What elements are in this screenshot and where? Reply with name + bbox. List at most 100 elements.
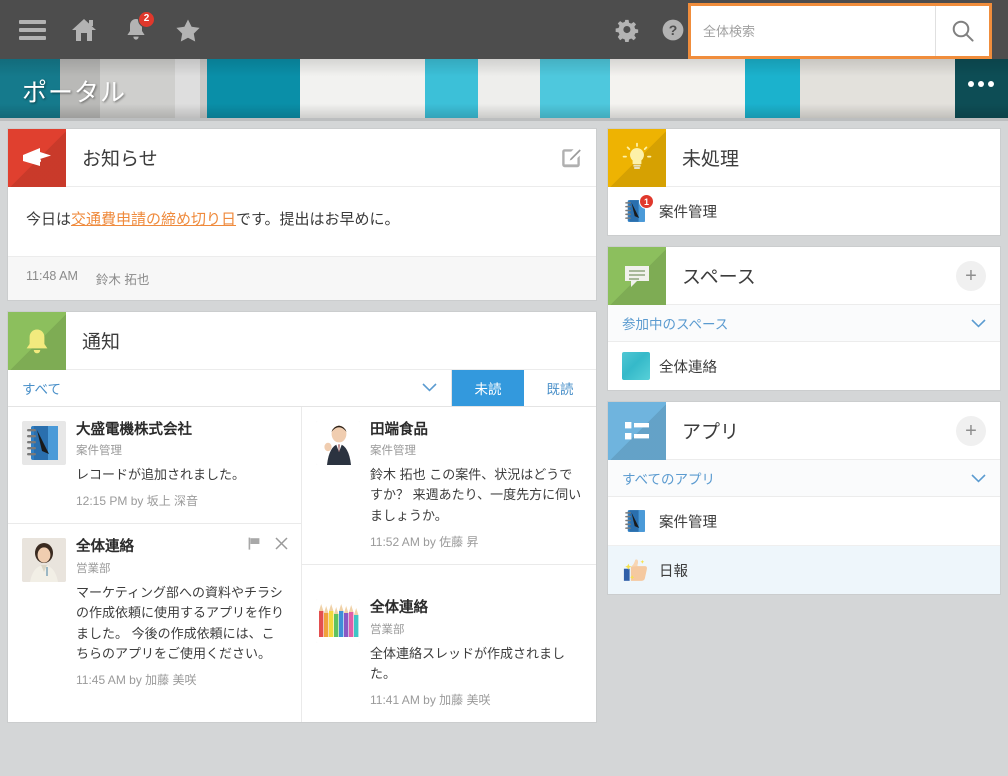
gear-icon (615, 19, 639, 42)
notifications-card: 通知 すべて 未読 既読 大盛電機株式会社 案件管理 レコードが追加されました。… (8, 311, 596, 722)
chat-bubble-icon (608, 247, 666, 305)
unprocessed-header: 未処理 (608, 129, 1000, 187)
notification-item[interactable]: 大盛電機株式会社 案件管理 レコードが追加されました。 12:15 PM by … (8, 407, 301, 525)
notification-meta: 11:52 AM by 佐藤 昇 (370, 533, 582, 550)
announcement-text-prefix: 今日は (26, 211, 72, 228)
apps-card: アプリ + すべてのアプリ 案件管理 日報 (608, 402, 1000, 594)
announcement-body: 今日は交通費申請の締め切り日です。提出はお早めに。 (8, 187, 596, 256)
spaces-header: スペース + (608, 247, 1000, 305)
announcement-header: お知らせ (8, 129, 596, 187)
notification-item[interactable]: 全体連絡 営業部 マーケティング部への資料やチラシの作成依頼に使用するアプリを作… (8, 524, 301, 701)
more-options-icon (968, 81, 974, 87)
unprocessed-card: 未処理 1 案件管理 (608, 129, 1000, 235)
announcement-text-suffix: です。提出はお早めに。 (236, 211, 400, 228)
search-input[interactable] (691, 6, 935, 56)
notifications-title: 通知 (82, 331, 121, 353)
notification-item[interactable]: 田端食品 案件管理 鈴木 拓也 この案件、状況はどうですか？ 来週あたり、一度先… (302, 407, 596, 565)
user-photo-male (316, 420, 360, 465)
announcement-card: お知らせ 今日は交通費申請の締め切り日です。提出はお早めに。 11:48 AM … (8, 129, 596, 300)
topbar-right-group: ? (604, 0, 696, 59)
help-icon: ? (662, 19, 684, 40)
list-item-label: 全体連絡 (659, 359, 717, 376)
portal-page: 2 ? 全体検索 ポータル お知らせ 今日は交通費申請の締め切り日です。提出はお… (0, 0, 1008, 776)
spaces-card: スペース + 参加中のスペース 全体連絡 (608, 247, 1000, 390)
announcement-link[interactable]: 交通費申請の締め切り日 (71, 211, 236, 228)
thumbs-up-icon (622, 556, 650, 584)
chevron-down-icon (971, 318, 986, 328)
notification-title: 全体連絡 (370, 599, 428, 616)
list-item-label: 案件管理 (659, 204, 717, 221)
app-list-icon (608, 402, 666, 460)
hamburger-icon (18, 19, 46, 40)
spaces-subhead[interactable]: 参加中のスペース (608, 305, 1000, 342)
notification-author: by 佐藤 昇 (423, 534, 479, 549)
notifications-header: 通知 (8, 311, 596, 370)
hamburger-menu-button[interactable] (8, 5, 56, 55)
close-icon[interactable] (274, 536, 289, 556)
notifications-column-right: 田端食品 案件管理 鈴木 拓也 この案件、状況はどうですか？ 来週あたり、一度先… (302, 407, 596, 722)
user-photo-female (22, 538, 66, 583)
apps-header: アプリ + (608, 402, 1000, 460)
notification-actions (247, 536, 289, 556)
notification-title: 田端食品 (370, 421, 428, 438)
unprocessed-count-badge: 1 (639, 194, 654, 209)
announcement-edit-button[interactable] (560, 129, 582, 187)
left-column: お知らせ 今日は交通費申請の締め切り日です。提出はお早めに。 11:48 AM … (8, 129, 596, 734)
list-item-label: 案件管理 (659, 514, 717, 531)
announcement-time: 11:48 AM (26, 268, 78, 283)
favorites-button[interactable] (164, 5, 212, 55)
notification-text: 全体連絡スレッドが作成されました。 (370, 645, 566, 681)
chevron-down-icon (422, 383, 437, 392)
apps-subhead-label: すべてのアプリ (622, 472, 716, 487)
portal-banner: ポータル (0, 59, 1008, 121)
list-item-label: 日報 (659, 563, 688, 580)
notification-app-name: 営業部 (370, 623, 405, 636)
notification-app-name: 営業部 (76, 563, 111, 576)
star-icon (176, 19, 200, 41)
list-item[interactable]: 日報 (608, 546, 1000, 594)
announcement-author: 鈴木 拓也 (95, 272, 150, 287)
notification-app-name: 案件管理 (370, 445, 416, 458)
plus-icon: + (956, 261, 986, 291)
add-space-button[interactable]: + (956, 247, 986, 305)
topbar-icon-group: 2 (8, 0, 212, 59)
apps-title: アプリ (682, 422, 740, 443)
chevron-down-icon (971, 473, 986, 483)
notebook-app-icon (622, 507, 650, 535)
notebook-app-icon (22, 420, 66, 465)
list-item[interactable]: 全体連絡 (608, 342, 1000, 390)
svg-text:?: ? (669, 22, 678, 38)
notification-text: マーケティング部への資料やチラシの作成依頼に使用するアプリを作りました。 今後の… (76, 585, 285, 661)
page-title: ポータル (22, 79, 127, 107)
notification-meta: 11:45 AM by 加藤 美咲 (76, 671, 287, 688)
notification-author: by 加藤 美咲 (129, 672, 197, 687)
notification-filter-label: すべて (22, 381, 62, 397)
notifications-button[interactable]: 2 (112, 5, 160, 55)
notification-author: by 加藤 美咲 (423, 692, 491, 707)
list-item[interactable]: 1 案件管理 (608, 187, 1000, 235)
banner-more-options-button[interactable] (968, 81, 994, 87)
top-navigation-bar: 2 ? (0, 0, 1008, 59)
announcement-title: お知らせ (82, 149, 158, 170)
notification-item[interactable]: 全体連絡 営業部 全体連絡スレッドが作成されました。 11:41 AM by 加… (302, 565, 596, 722)
tab-read[interactable]: 既読 (524, 369, 596, 406)
notification-meta: 12:15 PM by 坂上 深音 (76, 492, 287, 509)
unprocessed-title: 未処理 (682, 149, 740, 170)
notification-count-badge: 2 (138, 10, 155, 28)
notification-title: 大盛電機株式会社 (76, 421, 192, 438)
flag-icon[interactable] (247, 536, 262, 556)
pencils-icon (316, 598, 360, 643)
add-app-button[interactable]: + (956, 402, 986, 460)
spaces-subhead-label: 参加中のスペース (622, 317, 729, 332)
tab-unread[interactable]: 未読 (452, 369, 524, 406)
notification-time: 11:45 AM (76, 672, 126, 687)
search-submit-button[interactable] (935, 6, 989, 56)
notification-filter-select[interactable]: すべて (8, 369, 452, 406)
lightbulb-icon (608, 129, 666, 187)
notification-time: 11:41 AM (370, 692, 420, 707)
apps-subhead[interactable]: すべてのアプリ (608, 460, 1000, 497)
settings-button[interactable] (604, 5, 650, 55)
home-button[interactable] (60, 5, 108, 55)
edit-pencil-icon (562, 149, 581, 168)
list-item[interactable]: 案件管理 (608, 497, 1000, 546)
